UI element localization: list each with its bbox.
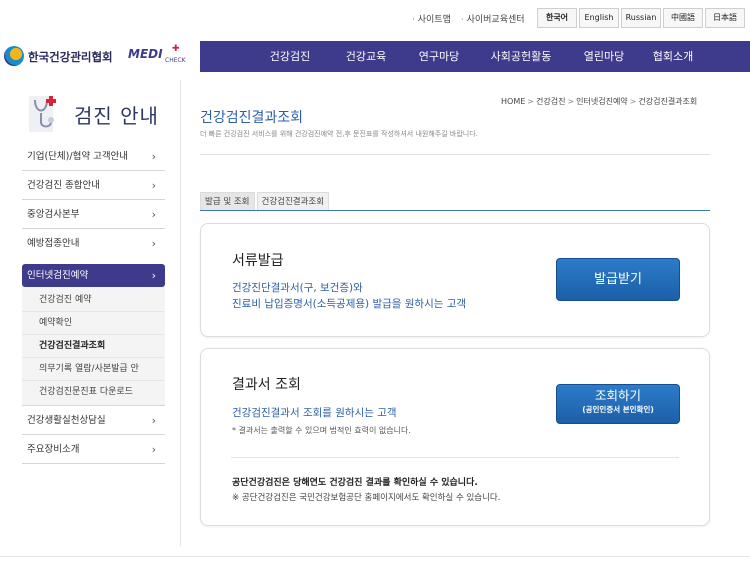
nav-item-open[interactable]: 열린마당	[571, 41, 637, 72]
page-title: 건강검진결과조회	[200, 110, 304, 126]
sidebar-item-label: 주요장비소개	[27, 444, 80, 455]
medicheck-logo: MEDI	[128, 47, 163, 61]
chevron-right-icon: ›	[151, 208, 156, 221]
utility-links: 사이트맵 사이버교육센터	[412, 12, 525, 25]
lang-japanese[interactable]: 日本語	[705, 8, 745, 28]
card-heading: 결과서 조회	[232, 377, 301, 393]
issue-document-button[interactable]: 발급받기	[556, 258, 680, 301]
footer-divider	[0, 556, 750, 557]
sidebar-item-label: 건강생활실천상담실	[27, 415, 106, 426]
breadcrumb-home[interactable]: HOME	[501, 97, 525, 106]
language-switcher: 한국어 English Russian 中國語 日本語	[537, 8, 745, 28]
chevron-right-icon: ›	[151, 269, 156, 282]
nhis-note: ※ 공단건강검진은 국민건강보험공단 홈페이지에서도 확인하실 수 있습니다.	[232, 493, 501, 503]
submenu-item-booking[interactable]: 건강검진 예약	[22, 289, 165, 312]
logo-emblem-icon	[4, 46, 24, 66]
nav-menu: 건강검진 건강교육 연구마당 사회공헌활동 열린마당 협회소개	[255, 41, 709, 72]
medical-cross-icon: ✚	[172, 44, 180, 54]
sidebar-item-vaccination[interactable]: 예방접종안내 ›	[22, 229, 165, 258]
sidebar-item-equipment[interactable]: 주요장비소개 ›	[22, 435, 165, 464]
submenu-item-questionnaire[interactable]: 건강검진문진표 다운로드	[22, 381, 165, 404]
sidebar-title: 검진 안내	[74, 104, 159, 128]
tab-results-lookup[interactable]: 건강검진결과조회	[256, 192, 330, 210]
sidebar-divider	[180, 80, 181, 546]
sidebar-menu: 기업(단체)/협약 고객안내 › 건강검진 종합안내 › 중앙검사본부 › 예방…	[22, 142, 165, 464]
tab-issue-lookup[interactable]: 발급 및 조회	[200, 192, 255, 210]
lookup-button-label: 조회하기	[594, 388, 641, 403]
nav-item-social[interactable]: 사회공헌활동	[471, 41, 571, 72]
sitemap-link[interactable]: 사이트맵	[412, 12, 451, 25]
card-description-line2: 진료비 납입증명서(소득공제용) 발급을 원하시는 고객	[232, 298, 467, 310]
sidebar-item-overview[interactable]: 건강검진 종합안내 ›	[22, 171, 165, 200]
breadcrumb: HOME > 건강검진 > 인터넷검진예약 > 건강검진결과조회	[501, 97, 698, 106]
sidebar-header: 검진 안내	[22, 92, 167, 137]
sidebar-item-label: 건강검진 종합안내	[27, 180, 100, 191]
chevron-right-icon: ›	[151, 179, 156, 192]
tab-underline	[200, 210, 710, 211]
submenu-item-records[interactable]: 의무기록 열람/사본발급 안	[22, 358, 165, 381]
card-divider	[231, 457, 679, 458]
sidebar-item-label: 예방접종안내	[27, 238, 80, 249]
lookup-button-sublabel: (공인인증서 본인확인)	[582, 405, 654, 414]
document-issue-card: 서류발급 건강진단결과서(구, 보건증)와 진료비 납입증명서(소득공제용) 발…	[200, 223, 710, 337]
lookup-results-button[interactable]: 조회하기 (공인인증서 본인확인)	[556, 384, 680, 424]
card-note: * 결과서는 출력할 수 있으며 법적인 효력이 없습니다.	[232, 426, 411, 435]
submenu-item-results[interactable]: 건강검진결과조회	[22, 335, 165, 358]
breadcrumb-current: 건강검진결과조회	[638, 97, 698, 106]
sidebar-item-central-lab[interactable]: 중앙검사본부 ›	[22, 200, 165, 229]
cyber-education-link[interactable]: 사이버교육센터	[461, 12, 525, 25]
result-lookup-card: 결과서 조회 건강검진결과서 조회를 원하시는 고객 * 결과서는 출력할 수 …	[200, 348, 710, 526]
sidebar-item-online-booking[interactable]: 인터넷검진예약 ›	[22, 264, 165, 287]
sidebar-item-counseling[interactable]: 건강생활실천상담실 ›	[22, 406, 165, 435]
brand-logo[interactable]: 한국건강관리협회 MEDI ✚ CHECK	[0, 41, 200, 72]
lang-english[interactable]: English	[579, 8, 619, 28]
submenu-item-confirm[interactable]: 예약확인	[22, 312, 165, 335]
sidebar-item-label: 중앙검사본부	[27, 209, 80, 220]
chevron-right-icon: ›	[151, 414, 156, 427]
chevron-right-icon: ›	[151, 150, 156, 163]
nav-item-research[interactable]: 연구마당	[407, 41, 471, 72]
lang-chinese[interactable]: 中國語	[663, 8, 703, 28]
sidebar-item-label: 기업(단체)/협약 고객안내	[27, 151, 129, 162]
lang-korean[interactable]: 한국어	[537, 8, 577, 28]
medicheck-logo-small: CHECK	[165, 57, 186, 64]
sidebar-submenu: 건강검진 예약 예약확인 건강검진결과조회 의무기록 열람/사본발급 안 건강검…	[22, 287, 165, 406]
nav-item-about[interactable]: 협회소개	[637, 41, 709, 72]
nav-item-checkup[interactable]: 건강검진	[255, 41, 325, 72]
chevron-right-icon: ›	[151, 443, 156, 456]
content-tabs: 발급 및 조회 건강검진결과조회	[200, 192, 330, 210]
card-description-line1: 건강진단결과서(구, 보건증)와	[232, 282, 363, 294]
main-nav: 한국건강관리협회 MEDI ✚ CHECK 건강검진 건강교육 연구마당 사회공…	[0, 41, 750, 72]
breadcrumb-checkup[interactable]: 건강검진	[536, 97, 565, 106]
chevron-right-icon: ›	[151, 237, 156, 250]
sidebar-item-corporate[interactable]: 기업(단체)/협약 고객안내 ›	[22, 142, 165, 171]
sidebar-item-label: 인터넷검진예약	[27, 270, 89, 281]
lang-russian[interactable]: Russian	[621, 8, 661, 28]
doctor-stethoscope-icon	[29, 96, 56, 132]
page-description: 더 빠른 건강검진 서비스를 위해 건강검진예약 전,후 문진표를 작성하셔서 …	[200, 130, 478, 138]
nhis-info-text: 공단건강검진은 당해연도 건강검진 결과를 확인하실 수 있습니다.	[232, 478, 478, 488]
card-heading: 서류발급	[232, 253, 284, 269]
title-divider	[200, 154, 710, 155]
breadcrumb-booking[interactable]: 인터넷검진예약	[576, 97, 628, 106]
card-description-line1: 건강검진결과서 조회를 원하시는 고객	[232, 407, 397, 419]
top-utility-bar: 사이트맵 사이버교육센터 한국어 English Russian 中國語 日本語	[0, 0, 750, 40]
brand-name: 한국건강관리협회	[28, 50, 113, 64]
nav-item-education[interactable]: 건강교육	[325, 41, 407, 72]
